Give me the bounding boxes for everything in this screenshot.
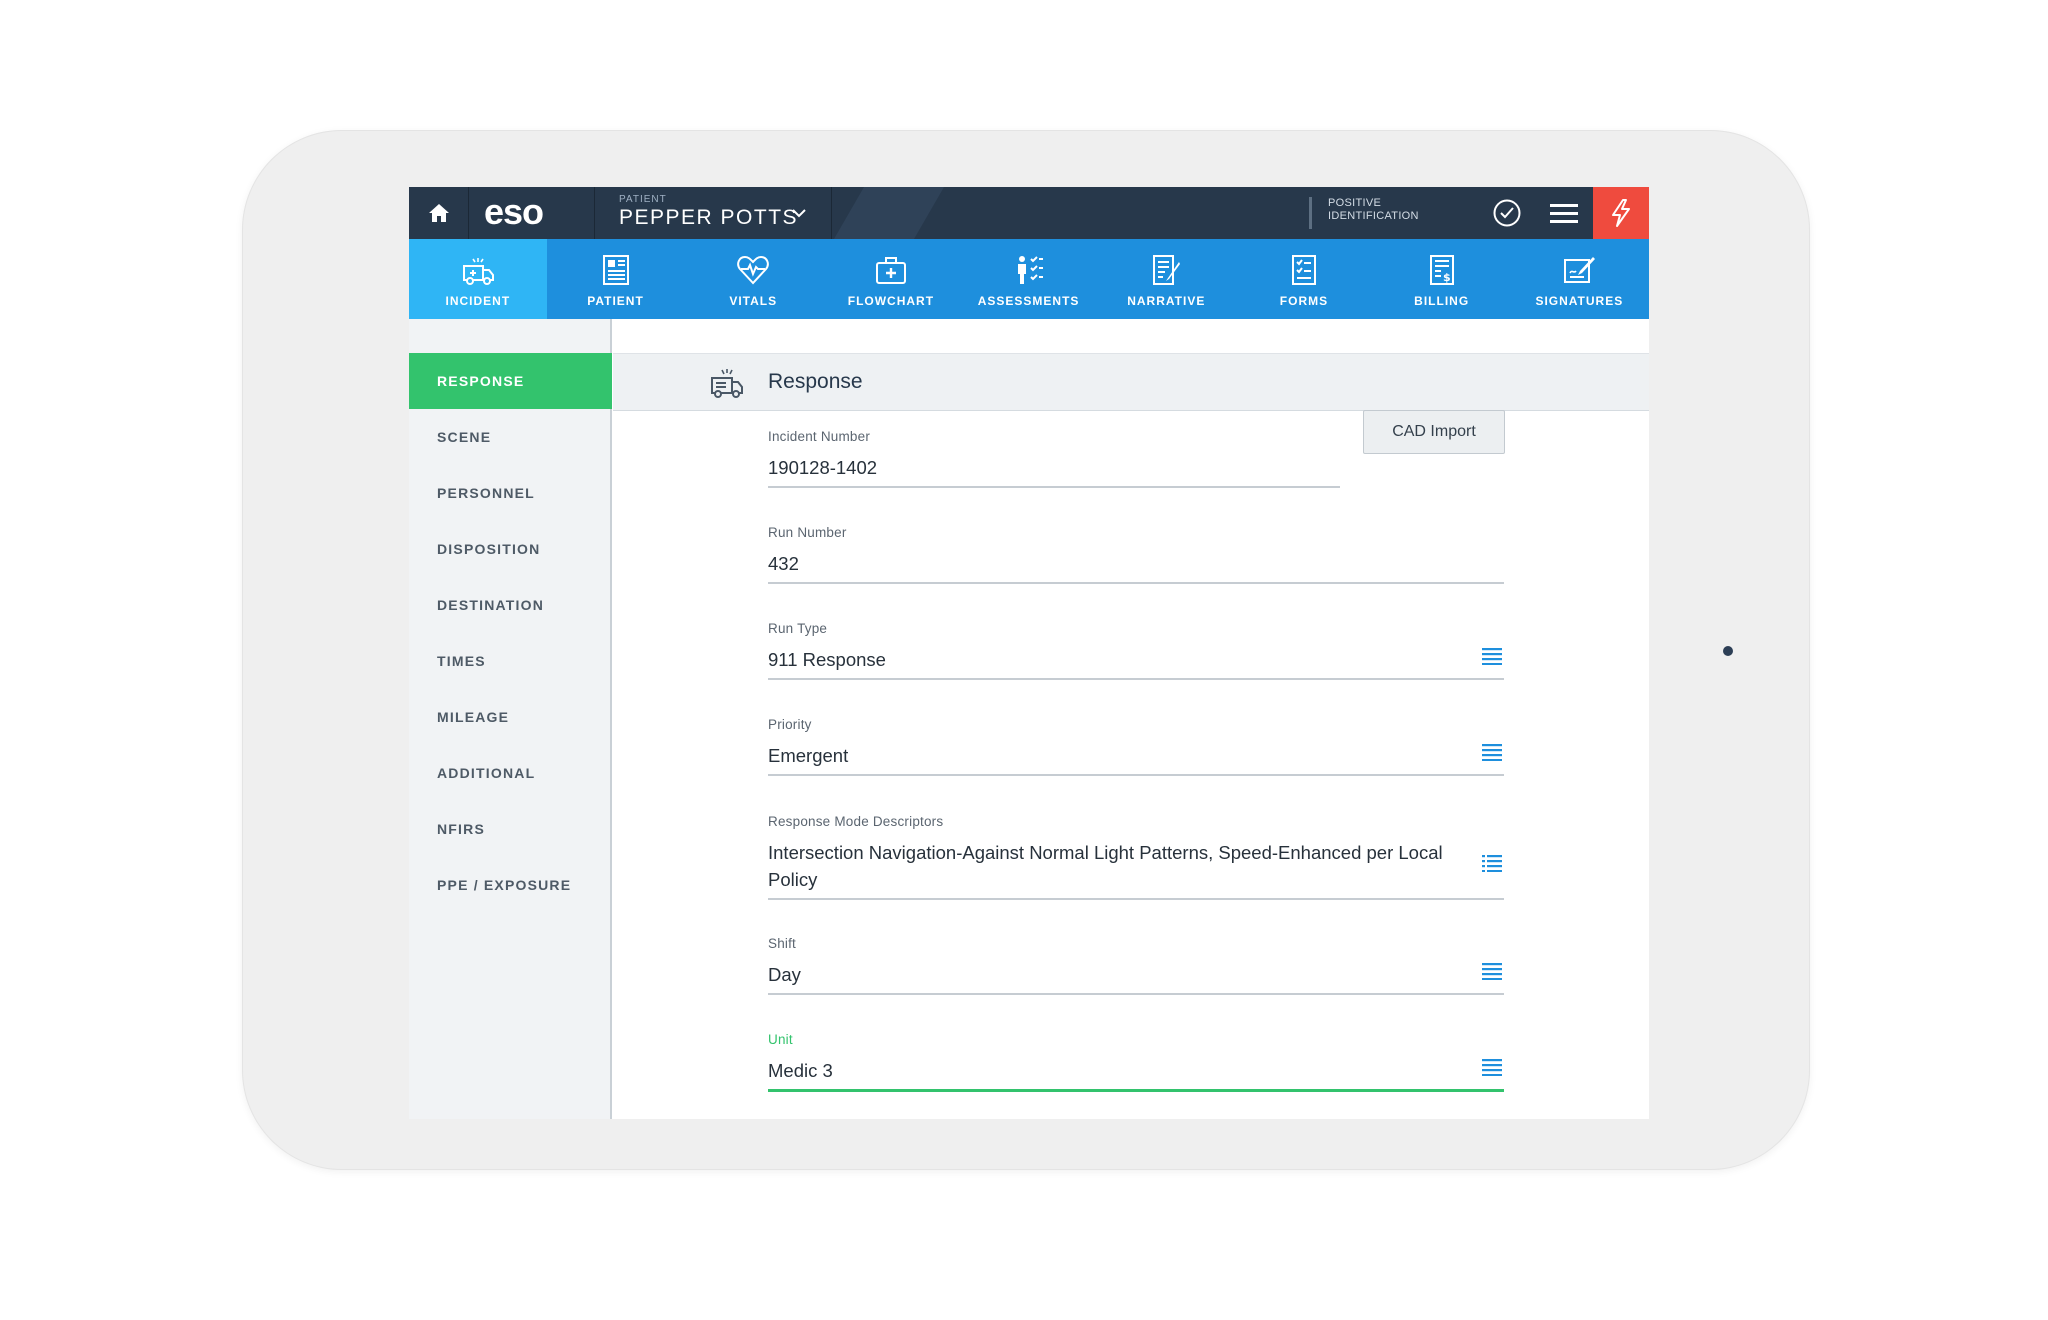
patient-selector[interactable]: PATIENT PEPPER POTTS: [594, 187, 832, 239]
positive-id-line1: POSITIVE: [1328, 197, 1382, 209]
field-label: Shift: [768, 936, 797, 951]
main-menu-button[interactable]: [1535, 187, 1593, 239]
field-value: Day: [768, 964, 801, 985]
section-header: Response: [613, 353, 1649, 411]
list-picker-icon[interactable]: [1482, 743, 1502, 761]
field-label: Response Mode Descriptors: [768, 814, 944, 829]
header-decoration-stripe: [834, 187, 945, 239]
field-value: 190128-1402: [768, 457, 878, 478]
tab-label: VITALS: [729, 294, 778, 308]
check-circle-icon: [1493, 199, 1520, 227]
signature-icon: [1564, 257, 1596, 283]
field-value: Intersection Navigation-Against Normal L…: [768, 842, 1443, 890]
app-screen: eso PATIENT PEPPER POTTS POSITIVE IDENTI…: [409, 187, 1649, 1119]
section-sidebar: RESPONSE SCENE PERSONNEL DISPOSITION DES…: [409, 319, 612, 1119]
field-value: 911 Response: [768, 649, 886, 670]
svg-text:$: $: [1443, 271, 1452, 284]
tab-label: FORMS: [1279, 294, 1329, 308]
sidebar-item-times[interactable]: TIMES: [409, 633, 612, 689]
field-label: Run Number: [768, 525, 847, 540]
field-underline: [768, 582, 1504, 584]
tab-label: FLOWCHART: [847, 294, 935, 308]
list-picker-icon[interactable]: [1482, 962, 1502, 980]
field-underline-focused: [768, 1089, 1504, 1092]
response-form: Response Incident Number 190128-1402 CAD…: [613, 319, 1649, 1119]
quick-action-button[interactable]: [1593, 187, 1649, 239]
field-underline: [768, 678, 1504, 680]
heart-pulse-icon: [737, 255, 769, 285]
tab-label: ASSESSMENTS: [977, 294, 1080, 308]
tab-label: BILLING: [1414, 294, 1470, 308]
patient-caption: PATIENT: [619, 194, 667, 205]
field-underline: [768, 993, 1504, 995]
ambulance-icon: [711, 369, 743, 398]
tab-incident[interactable]: INCIDENT: [409, 239, 547, 319]
field-label: Unit: [768, 1032, 793, 1047]
positive-id-line2: IDENTIFICATION: [1328, 210, 1419, 222]
tab-vitals[interactable]: VITALS: [684, 239, 822, 319]
tab-signatures[interactable]: SIGNATURES: [1511, 239, 1649, 319]
patient-chart-icon: [602, 255, 629, 285]
tab-forms[interactable]: FORMS: [1235, 239, 1373, 319]
hamburger-menu-icon: [1550, 204, 1578, 223]
shift-field[interactable]: Shift Day: [768, 936, 1504, 995]
main-tab-bar: INCIDENT PATIENT VITALS FLOWCHART ASSESS…: [409, 239, 1649, 319]
tab-flowchart[interactable]: FLOWCHART: [822, 239, 960, 319]
field-label: Priority: [768, 717, 812, 732]
section-title: Response: [768, 370, 863, 393]
incident-number-field[interactable]: Incident Number 190128-1402: [768, 429, 1340, 488]
top-header: eso PATIENT PEPPER POTTS POSITIVE IDENTI…: [409, 187, 1649, 239]
camera-dot: [1723, 646, 1733, 656]
field-underline: [768, 898, 1504, 900]
home-button[interactable]: [409, 187, 469, 239]
home-icon: [428, 204, 449, 222]
field-label: Run Type: [768, 621, 828, 636]
cad-import-button[interactable]: CAD Import: [1363, 410, 1505, 454]
sidebar-item-disposition[interactable]: DISPOSITION: [409, 521, 612, 577]
field-value: Medic 3: [768, 1060, 833, 1081]
unit-field[interactable]: Unit Medic 3: [768, 1032, 1504, 1092]
sidebar-item-additional[interactable]: ADDITIONAL: [409, 745, 612, 801]
multi-select-list-icon[interactable]: [1482, 854, 1502, 872]
sidebar-item-destination[interactable]: DESTINATION: [409, 577, 612, 633]
chevron-down-icon: [792, 209, 806, 218]
document-pen-icon: [1153, 255, 1181, 285]
tab-label: PATIENT: [587, 294, 644, 308]
field-underline: [768, 486, 1340, 488]
tab-assessments[interactable]: ASSESSMENTS: [960, 239, 1098, 319]
lightning-icon: [1612, 199, 1630, 227]
run-type-field[interactable]: Run Type 911 Response: [768, 621, 1504, 680]
validate-button[interactable]: [1479, 187, 1534, 239]
tab-label: SIGNATURES: [1535, 294, 1624, 308]
sidebar-item-scene[interactable]: SCENE: [409, 409, 612, 465]
field-value: 432: [768, 553, 799, 574]
response-mode-descriptors-field[interactable]: Response Mode Descriptors Intersection N…: [768, 814, 1504, 900]
tab-billing[interactable]: $ BILLING: [1373, 239, 1511, 319]
field-value: Emergent: [768, 745, 849, 766]
sidebar-item-ppe-exposure[interactable]: PPE / EXPOSURE: [409, 857, 612, 913]
person-checklist-icon: [1017, 256, 1043, 284]
sidebar-item-nfirs[interactable]: NFIRS: [409, 801, 612, 857]
billing-document-icon: $: [1429, 255, 1454, 285]
sidebar-item-personnel[interactable]: PERSONNEL: [409, 465, 612, 521]
sidebar-item-response[interactable]: RESPONSE: [409, 353, 612, 409]
positive-identification[interactable]: POSITIVE IDENTIFICATION: [1309, 197, 1419, 229]
form-checklist-icon: [1291, 255, 1316, 285]
field-label: Incident Number: [768, 429, 871, 444]
list-picker-icon[interactable]: [1482, 647, 1502, 665]
tab-label: INCIDENT: [445, 294, 511, 308]
ambulance-icon: [462, 258, 494, 285]
list-picker-icon[interactable]: [1482, 1058, 1502, 1076]
tab-narrative[interactable]: NARRATIVE: [1097, 239, 1235, 319]
run-number-field[interactable]: Run Number 432: [768, 525, 1504, 584]
tab-patient[interactable]: PATIENT: [547, 239, 685, 319]
patient-name: PEPPER POTTS: [619, 206, 799, 229]
medical-bag-icon: [875, 257, 906, 284]
priority-field[interactable]: Priority Emergent: [768, 717, 1504, 776]
field-underline: [768, 774, 1504, 776]
tab-label: NARRATIVE: [1127, 294, 1206, 308]
sidebar-item-mileage[interactable]: MILEAGE: [409, 689, 612, 745]
eso-logo: eso: [484, 191, 544, 232]
